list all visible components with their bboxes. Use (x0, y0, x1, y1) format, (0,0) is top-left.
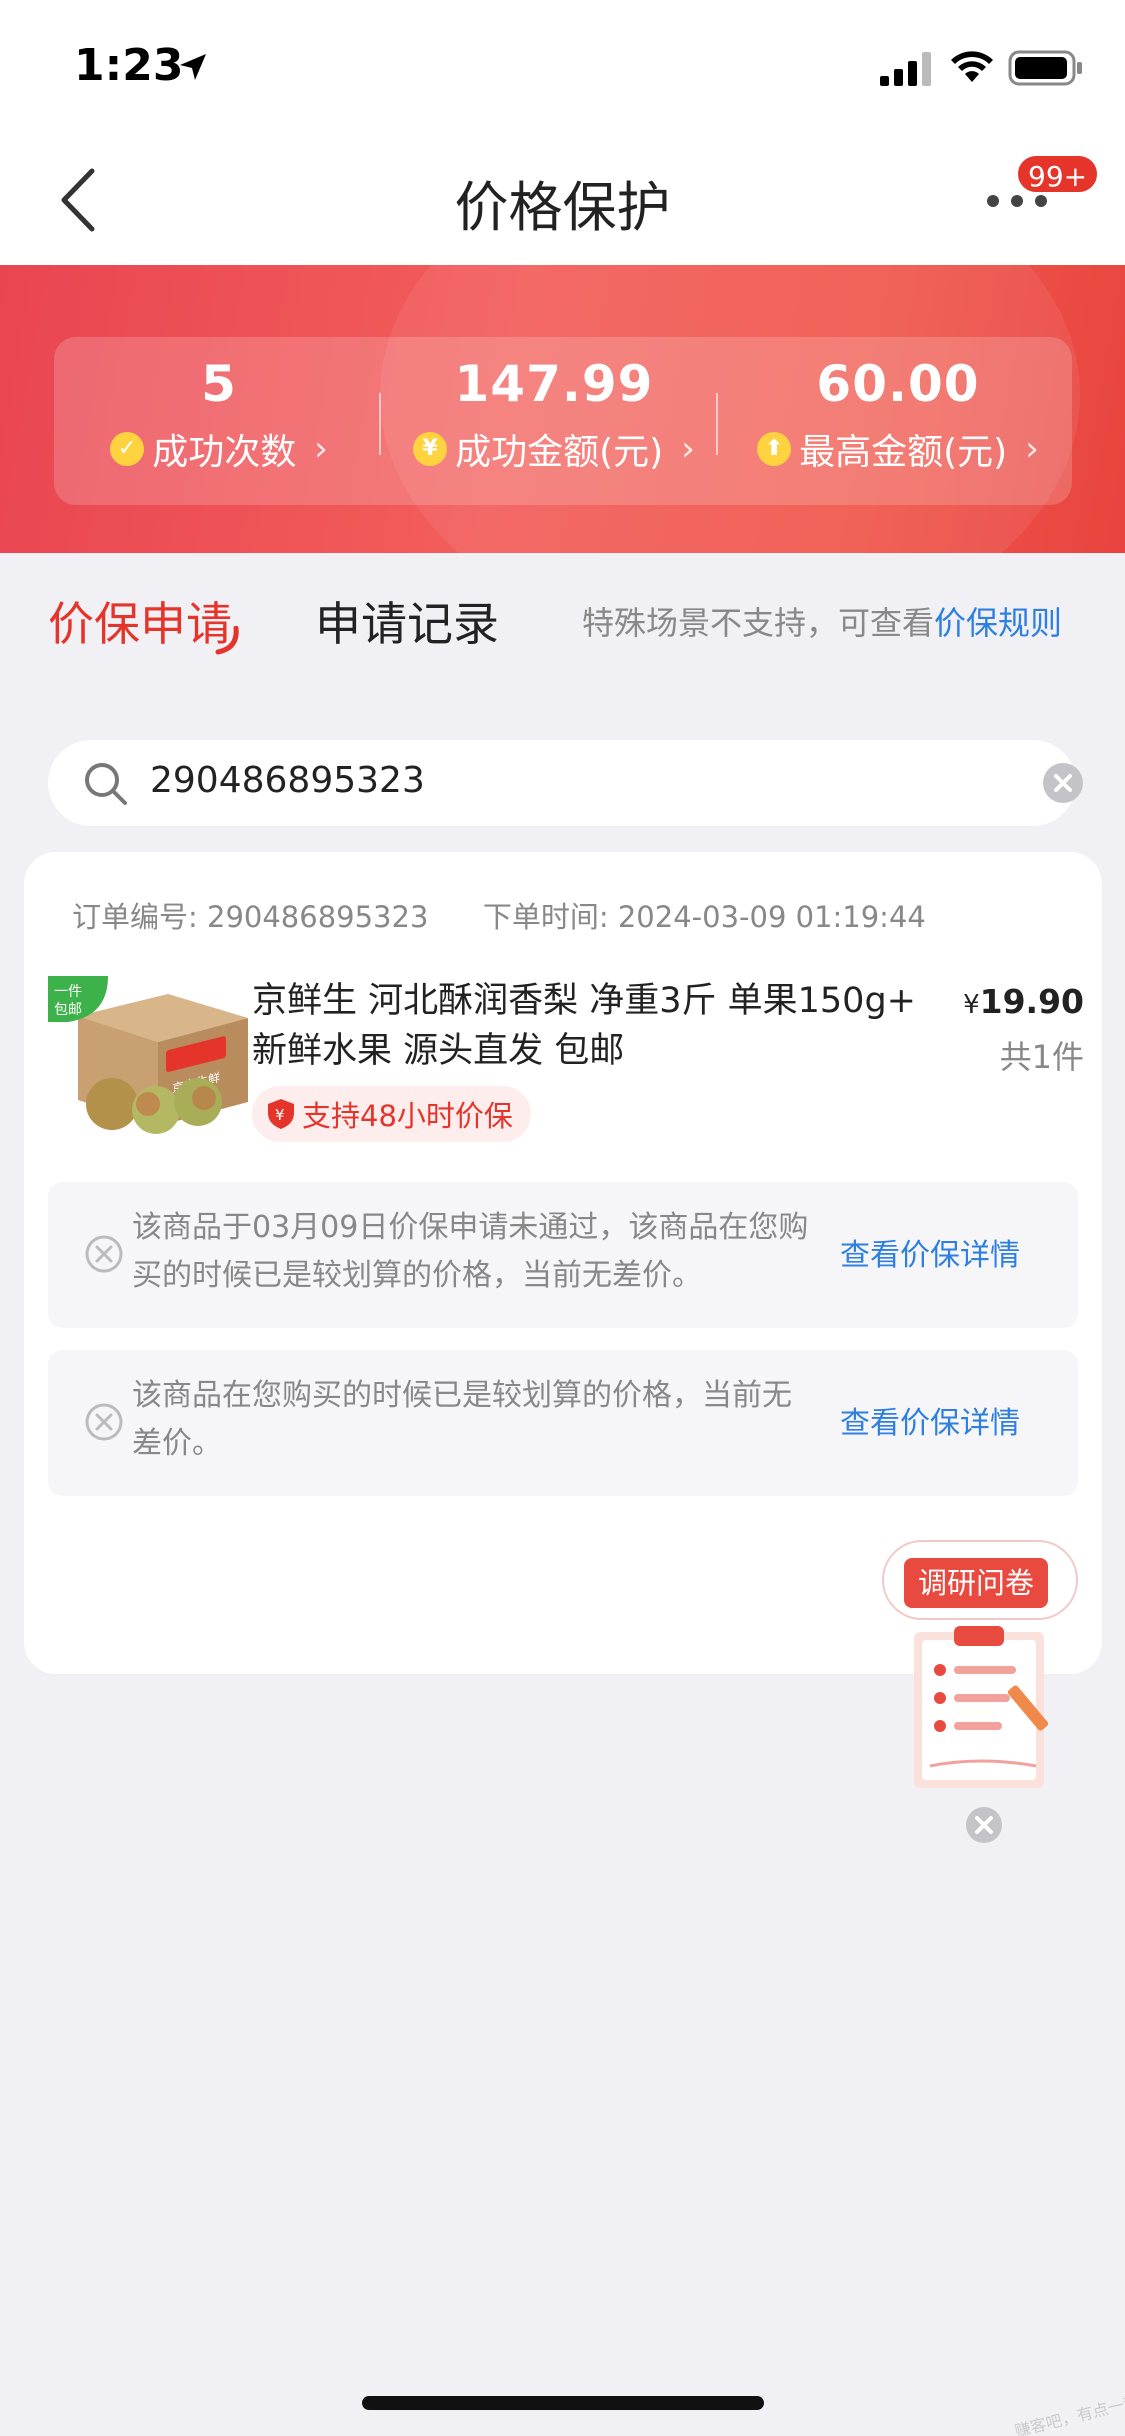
nav-bar: 价格保护 99+ (0, 135, 1125, 265)
notice-item: 该商品于03月09日价保申请未通过，该商品在您购买的时候已是较划算的价格，当前无… (48, 1182, 1078, 1328)
order-meta: 订单编号: 290486895323 下单时间: 2024-03-09 01:1… (72, 894, 926, 936)
chevron-right-icon: › (314, 429, 328, 469)
shield-yen-icon: ¥ (268, 1099, 294, 1129)
check-icon: ✓ (110, 432, 145, 466)
price-guarantee-tag: ¥ 支持48小时价保 (252, 1086, 531, 1142)
stat-label: 成功次数 (152, 432, 297, 473)
stat-value: 60.00 (816, 355, 980, 413)
svg-text:包邮: 包邮 (54, 1002, 82, 1018)
page-title: 价格保护 (454, 176, 671, 239)
stat-success-amount[interactable]: 147.99 ¥ 成功金额(元) › (384, 337, 724, 505)
notice-item: 该商品在您购买的时候已是较划算的价格，当前无差价。 查看价保详情 (48, 1350, 1078, 1496)
clear-icon[interactable] (1042, 762, 1084, 804)
order-time-label: 下单时间: (482, 900, 609, 934)
stat-max-amount[interactable]: 60.00 ⬆ 最高金额(元) › (724, 337, 1072, 505)
guarantee-label: 支持48小时价保 (302, 1099, 513, 1133)
close-icon[interactable] (965, 1806, 1003, 1844)
watermark: 赚客吧，有点一起赚！ www.zuanke8.com (1012, 2346, 1125, 2436)
yen-icon: ¥ (413, 432, 448, 466)
order-id: 290486895323 (207, 900, 429, 934)
survey-label[interactable]: 调研问卷 (904, 1558, 1049, 1608)
divider (379, 393, 381, 455)
wifi-icon (951, 51, 993, 82)
home-indicator (362, 2396, 764, 2410)
svg-text:¥: ¥ (275, 1106, 285, 1124)
location-arrow-icon (180, 54, 206, 80)
order-time: 2024-03-09 01:19:44 (617, 900, 926, 934)
survey-float: 调研问卷 (880, 1540, 1080, 1843)
product-name[interactable]: 京鲜生 河北酥润香梨 净重3斤 单果150g+ 新鲜水果 源头直发 包邮 (252, 976, 952, 1076)
stats-card: 5 ✓ 成功次数 › 147.99 ¥ 成功金额(元) › 60.00 ⬆ 最高… (54, 337, 1072, 505)
rules-link[interactable]: 价保规则 (934, 604, 1062, 642)
search-input[interactable] (150, 760, 930, 801)
rules-note: 特殊场景不支持，可查看价保规则 (582, 598, 1062, 644)
up-arrow-icon: ⬆ (757, 432, 792, 466)
view-detail-link[interactable]: 查看价保详情 (840, 1398, 1020, 1442)
product-quantity: 共1件 (999, 1038, 1084, 1076)
product-price: ¥19.90 (944, 982, 1084, 1021)
chevron-right-icon: › (681, 429, 695, 469)
stats-header: 5 ✓ 成功次数 › 147.99 ¥ 成功金额(元) › 60.00 ⬆ 最高… (0, 265, 1125, 553)
survey-clipboard-icon[interactable] (910, 1626, 1056, 1792)
notice-text: 该商品于03月09日价保申请未通过，该商品在您购买的时候已是较划算的价格，当前无… (132, 1210, 809, 1293)
product-image[interactable]: 京东生鲜 一件 包邮 (48, 976, 252, 1136)
fail-icon (85, 1403, 123, 1441)
view-detail-link[interactable]: 查看价保详情 (840, 1230, 1020, 1274)
status-time: 1:23 (74, 40, 184, 91)
rules-note-text: 特殊场景不支持，可查看 (582, 604, 935, 642)
cellular-signal-icon (880, 52, 931, 86)
stat-value: 5 (201, 355, 237, 413)
fail-icon (85, 1235, 123, 1273)
currency-symbol: ¥ (963, 990, 980, 1020)
search-bar (48, 740, 1083, 826)
divider (716, 393, 718, 455)
chevron-right-icon: › (1025, 429, 1039, 469)
message-badge: 99+ (1015, 153, 1101, 195)
status-bar: 1:23 (0, 0, 1125, 135)
svg-text:一件: 一件 (54, 984, 82, 1000)
search-icon (85, 763, 127, 805)
battery-icon (1008, 50, 1082, 86)
tab-apply-records[interactable]: 申请记录 (315, 588, 499, 654)
notice-text: 该商品在您购买的时候已是较划算的价格，当前无差价。 (132, 1378, 792, 1461)
tab-price-protect-apply[interactable]: 价保申请 (48, 588, 232, 654)
stat-label: 最高金额(元) (799, 432, 1008, 473)
stat-value: 147.99 (454, 355, 654, 413)
active-tab-indicator (215, 626, 239, 655)
price-value: 19.90 (979, 982, 1084, 1021)
order-id-label: 订单编号: (72, 900, 198, 934)
stat-label: 成功金额(元) (455, 432, 664, 473)
stat-success-count[interactable]: 5 ✓ 成功次数 › (54, 337, 384, 505)
